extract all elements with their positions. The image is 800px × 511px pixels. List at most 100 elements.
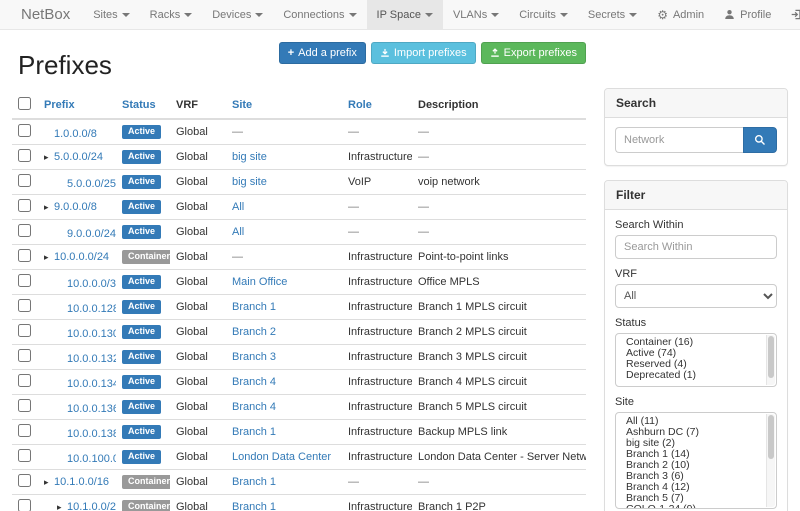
- nav-item-circuits[interactable]: Circuits: [509, 0, 578, 29]
- vrf-select[interactable]: All: [615, 284, 777, 308]
- site-link[interactable]: Branch 1: [232, 476, 276, 488]
- nav-item-ip-space[interactable]: IP Space: [367, 0, 443, 29]
- prefix-link[interactable]: 10.1.0.0/16: [54, 476, 109, 488]
- role-value: —: [348, 226, 359, 238]
- site-link[interactable]: Branch 4: [232, 401, 276, 413]
- row-checkbox[interactable]: [18, 349, 31, 362]
- prefix-link[interactable]: 10.0.0.0/31: [67, 278, 116, 290]
- row-checkbox[interactable]: [18, 474, 31, 487]
- prefix-link[interactable]: 10.0.0.128/31: [67, 303, 116, 315]
- prefix-link[interactable]: 10.0.0.132/31: [67, 353, 116, 365]
- row-checkbox[interactable]: [18, 424, 31, 437]
- page-title: Prefixes: [18, 50, 112, 81]
- column-header-vrf: VRF: [170, 92, 226, 119]
- export-prefixes-button[interactable]: Export prefixes: [481, 42, 586, 64]
- row-checkbox[interactable]: [18, 199, 31, 212]
- nav-item-logout[interactable]: Log out: [781, 0, 800, 29]
- site-label: Site: [615, 396, 777, 408]
- prefix-link[interactable]: 9.0.0.0/24: [67, 228, 116, 240]
- row-checkbox[interactable]: [18, 399, 31, 412]
- nav-item-racks[interactable]: Racks: [140, 0, 203, 29]
- row-checkbox[interactable]: [18, 274, 31, 287]
- nav-item-secrets[interactable]: Secrets: [578, 0, 647, 29]
- prefix-link[interactable]: 10.0.100.0/24: [67, 453, 116, 465]
- vrf-value: Global: [176, 126, 208, 138]
- row-checkbox[interactable]: [18, 249, 31, 262]
- scrollbar[interactable]: [766, 335, 775, 385]
- table-row: 10.0.0.0/31ActiveGlobalMain OfficeInfras…: [12, 270, 586, 295]
- row-checkbox[interactable]: [18, 174, 31, 187]
- row-checkbox[interactable]: [18, 124, 31, 137]
- vrf-value: Global: [176, 201, 208, 213]
- table-row: ▸10.1.0.0/16ContainerGlobalBranch 1——: [12, 470, 586, 495]
- table-row: 10.0.0.136/31ActiveGlobalBranch 4Infrast…: [12, 395, 586, 420]
- search-button[interactable]: [743, 127, 777, 153]
- site-link[interactable]: Branch 1: [232, 501, 276, 511]
- status-badge: Active: [122, 450, 161, 464]
- prefix-link[interactable]: 5.0.0.0/24: [54, 151, 103, 163]
- vrf-value: Global: [176, 451, 208, 463]
- row-checkbox[interactable]: [18, 449, 31, 462]
- prefix-link[interactable]: 10.0.0.0/24: [54, 251, 109, 263]
- table-row: 10.0.0.132/31ActiveGlobalBranch 3Infrast…: [12, 345, 586, 370]
- site-link[interactable]: Branch 4: [232, 376, 276, 388]
- nav-item-label: Devices: [212, 9, 251, 21]
- column-header-prefix[interactable]: Prefix: [38, 92, 116, 119]
- column-header-status[interactable]: Status: [116, 92, 170, 119]
- nav-item-vlans[interactable]: VLANs: [443, 0, 509, 29]
- search-within-input[interactable]: [615, 235, 777, 259]
- row-checkbox[interactable]: [18, 224, 31, 237]
- search-input[interactable]: [615, 127, 743, 153]
- nav-item-admin[interactable]: ⚙ Admin: [647, 0, 714, 29]
- site-link[interactable]: All: [232, 226, 244, 238]
- select-all-checkbox[interactable]: [18, 97, 31, 110]
- import-prefixes-button[interactable]: Import prefixes: [371, 42, 476, 64]
- nav-item-profile[interactable]: Profile: [714, 0, 781, 29]
- prefix-link[interactable]: 5.0.0.0/25: [67, 178, 116, 190]
- row-checkbox[interactable]: [18, 324, 31, 337]
- scrollbar[interactable]: [766, 414, 775, 507]
- table-row: 10.0.0.134/31ActiveGlobalBranch 4Infrast…: [12, 370, 586, 395]
- column-header-role[interactable]: Role: [342, 92, 412, 119]
- prefix-link[interactable]: 9.0.0.0/8: [54, 201, 97, 213]
- site-link[interactable]: big site: [232, 176, 267, 188]
- prefix-link[interactable]: 10.0.0.136/31: [67, 403, 116, 415]
- search-within-label: Search Within: [615, 219, 777, 231]
- site-link[interactable]: Branch 1: [232, 301, 276, 313]
- vrf-value: Global: [176, 376, 208, 388]
- status-badge: Container: [122, 250, 170, 264]
- row-checkbox[interactable]: [18, 374, 31, 387]
- site-link[interactable]: big site: [232, 151, 267, 163]
- role-value: Infrastructure: [348, 326, 412, 338]
- gear-icon: ⚙: [657, 9, 668, 21]
- nav-item-devices[interactable]: Devices: [202, 0, 273, 29]
- column-header-site[interactable]: Site: [226, 92, 342, 119]
- vrf-value: Global: [176, 501, 208, 511]
- status-listbox[interactable]: Container (16)Active (74)Reserved (4)Dep…: [615, 333, 777, 387]
- add-prefix-button[interactable]: + Add a prefix: [279, 42, 366, 64]
- sidebar: Search Filter Search Within VRF All: [604, 38, 788, 511]
- status-badge: Container: [122, 500, 170, 511]
- prefix-link[interactable]: 10.0.0.130/31: [67, 328, 116, 340]
- nav-item-connections[interactable]: Connections: [273, 0, 366, 29]
- row-checkbox[interactable]: [18, 299, 31, 312]
- site-link[interactable]: Branch 1: [232, 426, 276, 438]
- prefix-link[interactable]: 10.0.0.138/31: [67, 428, 116, 440]
- site-listbox[interactable]: All (11)Ashburn DC (7)big site (2)Branch…: [615, 412, 777, 509]
- listbox-option[interactable]: Deprecated (1): [616, 370, 776, 381]
- prefix-link[interactable]: 10.1.0.0/24: [67, 501, 116, 511]
- site-link[interactable]: Main Office: [232, 276, 287, 288]
- brand-netbox[interactable]: NetBox: [8, 0, 83, 29]
- prefix-link[interactable]: 10.0.0.134/31: [67, 378, 116, 390]
- site-link[interactable]: Branch 2: [232, 326, 276, 338]
- row-checkbox[interactable]: [18, 499, 31, 511]
- listbox-option[interactable]: COLO-1-24 (9): [616, 504, 776, 509]
- row-checkbox[interactable]: [18, 149, 31, 162]
- nav-item-sites[interactable]: Sites: [83, 0, 139, 29]
- site-link[interactable]: London Data Center: [232, 451, 331, 463]
- description-value: —: [418, 226, 429, 238]
- vrf-value: Global: [176, 426, 208, 438]
- site-link[interactable]: All: [232, 201, 244, 213]
- prefix-link[interactable]: 1.0.0.0/8: [54, 128, 97, 140]
- site-link[interactable]: Branch 3: [232, 351, 276, 363]
